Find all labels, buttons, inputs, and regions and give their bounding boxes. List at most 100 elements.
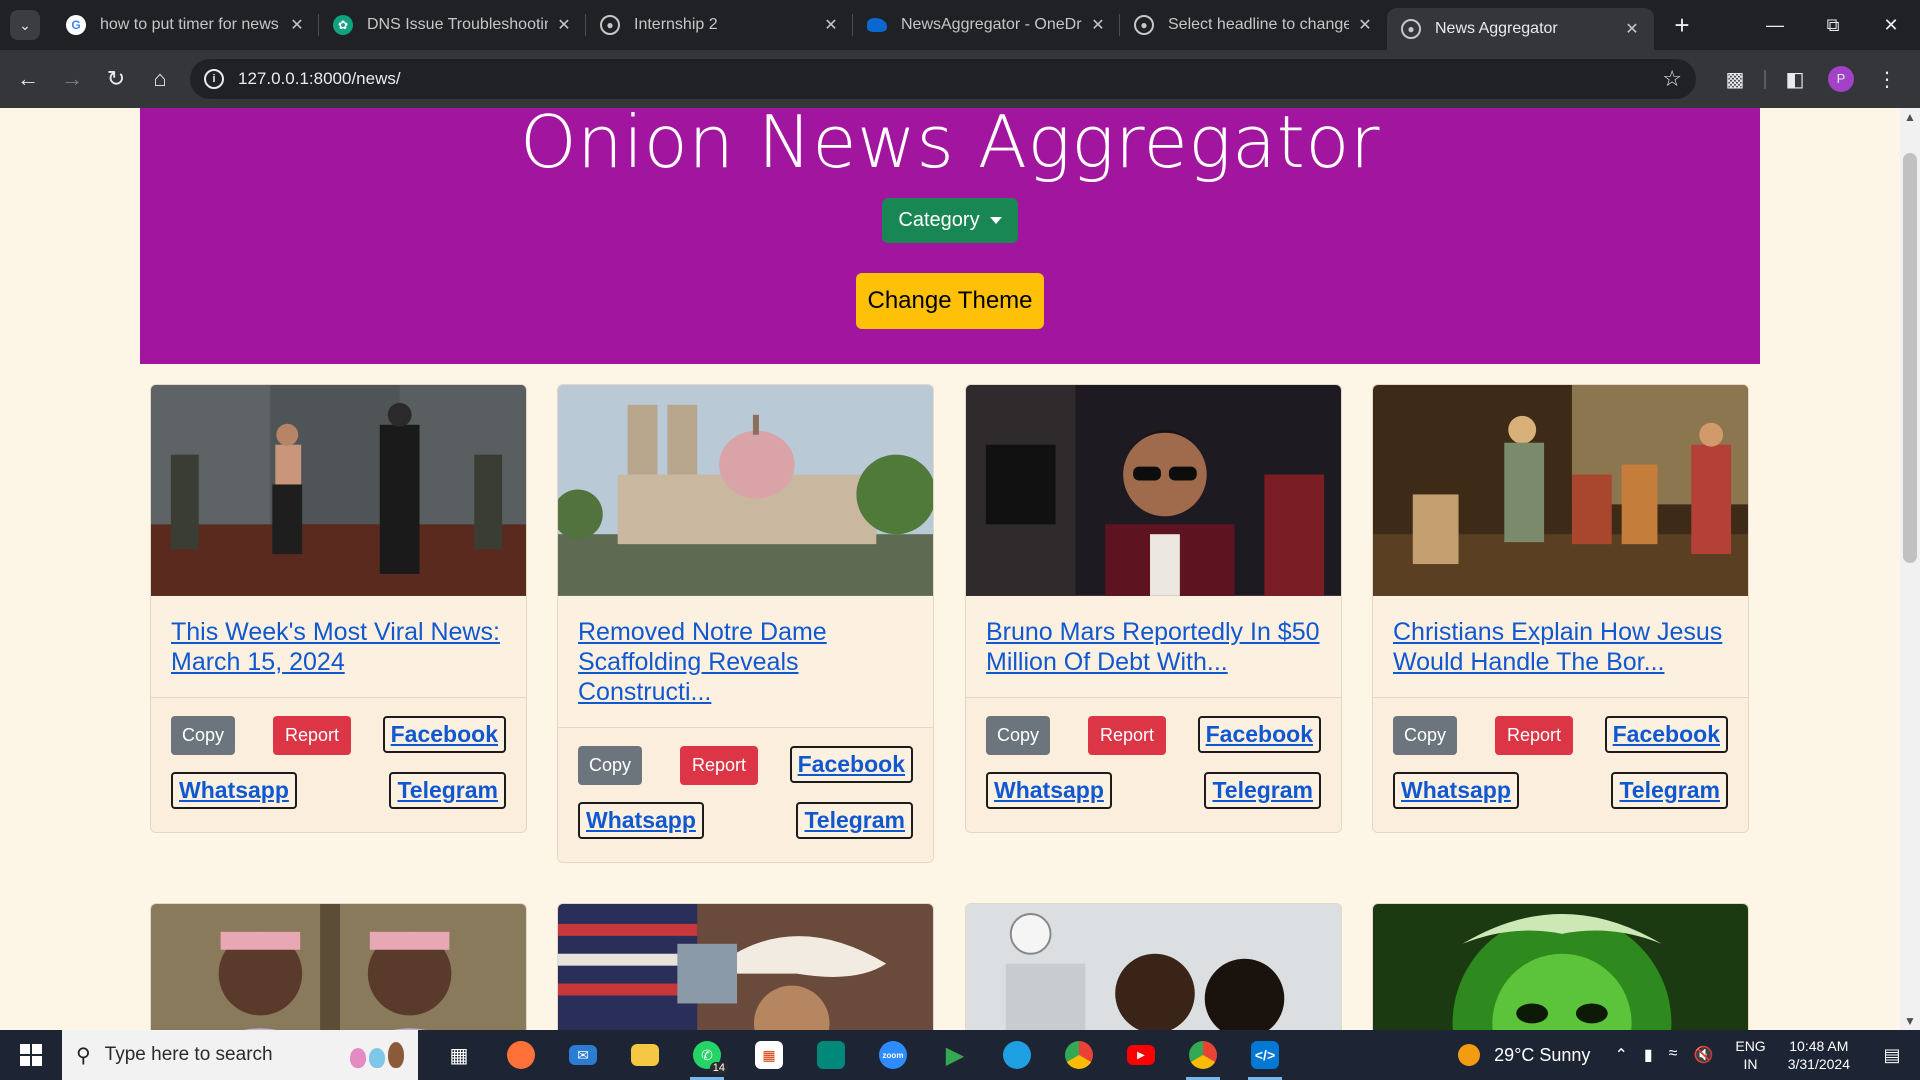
back-arrow-icon[interactable]: ← (6, 66, 50, 92)
minimize-icon[interactable]: — (1746, 15, 1804, 36)
more-menu-icon[interactable]: ⋮ (1864, 67, 1910, 92)
scrollbar-thumb[interactable] (1903, 153, 1917, 563)
home-icon[interactable]: ⌂ (138, 66, 182, 92)
zoom-icon[interactable]: zoom (862, 1030, 924, 1080)
window-controls: — ⧉ ✕ (1746, 15, 1920, 36)
chrome-icon[interactable] (1048, 1030, 1110, 1080)
tab-5-active[interactable]: ● News Aggregator ✕ (1387, 8, 1654, 50)
volume-muted-icon[interactable]: 🔇 (1693, 1045, 1713, 1065)
forward-arrow-icon[interactable]: → (50, 66, 94, 92)
edge-icon[interactable] (986, 1030, 1048, 1080)
tab-1[interactable]: ✿ DNS Issue Troubleshooting ✕ (319, 0, 586, 50)
doctor-and-patient-photo[interactable] (966, 904, 1341, 1030)
side-panel-icon[interactable]: ◧ (1772, 67, 1818, 92)
tab-3[interactable]: NewsAggregator - OneDrive ✕ (853, 0, 1120, 50)
report-button[interactable]: Report (273, 716, 352, 755)
time: 10:48 AM (1789, 1038, 1849, 1054)
site-info-icon[interactable]: i (204, 69, 224, 89)
caret-down-icon (989, 217, 1002, 225)
tab-search-button[interactable]: ⌄ (10, 10, 40, 40)
close-tab-icon[interactable]: ✕ (821, 15, 841, 35)
scroll-down-arrow-icon[interactable]: ▼ (1904, 1014, 1916, 1028)
firefox-icon[interactable] (490, 1030, 552, 1080)
weather-widget[interactable]: 29°C Sunny (1458, 1044, 1590, 1066)
windows-taskbar: ⚲ Type here to search ▦ ✉ ✆ 14 ▦ zoom ▶ ▶… (0, 1030, 1920, 1080)
report-button[interactable]: Report (1088, 716, 1167, 755)
task-view-icon[interactable]: ▦ (428, 1030, 490, 1080)
wifi-icon[interactable]: ≈ (1669, 1045, 1678, 1065)
scroll-up-arrow-icon[interactable]: ▲ (1904, 110, 1916, 124)
language-indicator[interactable]: ENG IN (1735, 1037, 1765, 1073)
green-ghoul-face-photo[interactable] (1373, 904, 1748, 1030)
weather-text: 29°C Sunny (1494, 1044, 1591, 1065)
category-dropdown-button[interactable]: Category (882, 198, 1018, 243)
religious-painting-photo[interactable] (1373, 385, 1748, 597)
bookmark-star-icon[interactable]: ☆ (1662, 66, 1682, 92)
microsoft-store-icon[interactable]: ▦ (738, 1030, 800, 1080)
headline-link[interactable]: Christians Explain How Jesus Would Handl… (1393, 617, 1728, 677)
taskbar-search-box[interactable]: ⚲ Type here to search (62, 1030, 418, 1080)
copy-button[interactable]: Copy (171, 716, 236, 755)
file-explorer-icon[interactable] (614, 1030, 676, 1080)
copy-button[interactable]: Copy (578, 746, 643, 785)
tab-4[interactable]: ● Select headline to change | Django ✕ (1120, 0, 1387, 50)
telegram-share-link[interactable]: Telegram (1611, 772, 1728, 809)
chevron-up-icon[interactable]: ⌃ (1614, 1045, 1627, 1065)
men-in-grey-room-photo[interactable] (151, 385, 526, 597)
facebook-share-link[interactable]: Facebook (1197, 716, 1321, 753)
whatsapp-share-link[interactable]: Whatsapp (578, 802, 704, 839)
close-window-icon[interactable]: ✕ (1862, 15, 1920, 36)
profile-avatar[interactable]: P (1828, 66, 1854, 92)
globe-icon: ● (1401, 19, 1421, 39)
start-button[interactable] (0, 1030, 62, 1080)
new-tab-icon[interactable]: + (1662, 10, 1702, 41)
whatsapp-icon[interactable]: ✆ 14 (676, 1030, 738, 1080)
copy-button[interactable]: Copy (986, 716, 1051, 755)
cathedral-with-mosque-dome-photo[interactable] (558, 385, 933, 597)
search-placeholder: Type here to search (104, 1044, 273, 1065)
google-play-icon[interactable]: ▶ (924, 1030, 986, 1080)
telegram-share-link[interactable]: Telegram (1204, 772, 1321, 809)
headline-link[interactable]: Bruno Mars Reportedly In $50 Million Of … (986, 617, 1321, 677)
page-scrollbar[interactable]: ▲ ▼ (1900, 108, 1920, 1030)
telegram-share-link[interactable]: Telegram (389, 772, 506, 809)
whatsapp-share-link[interactable]: Whatsapp (1393, 772, 1519, 809)
telegram-share-link[interactable]: Telegram (796, 802, 913, 839)
reload-icon[interactable]: ↻ (94, 66, 138, 92)
close-tab-icon[interactable]: ✕ (554, 15, 574, 35)
headline-link[interactable]: This Week's Most Viral News: March 15, 2… (171, 617, 506, 677)
url-text[interactable]: 127.0.0.1:8000/news/ (238, 69, 401, 89)
tab-2[interactable]: ● Internship 2 ✕ (586, 0, 853, 50)
battery-icon[interactable]: ▮ (1644, 1045, 1653, 1065)
close-tab-icon[interactable]: ✕ (1088, 15, 1108, 35)
clock[interactable]: 10:48 AM 3/31/2024 (1788, 1037, 1850, 1073)
news-card: Bruno Mars Reportedly In $50 Million Of … (965, 384, 1342, 833)
vscode-icon[interactable]: </> (1234, 1030, 1296, 1080)
whatsapp-share-link[interactable]: Whatsapp (986, 772, 1112, 809)
facebook-share-link[interactable]: Facebook (789, 746, 913, 783)
close-tab-icon[interactable]: ✕ (287, 15, 307, 35)
onedrive-icon (867, 18, 887, 32)
restore-icon[interactable]: ⧉ (1804, 15, 1862, 36)
singer-with-sunglasses-photo[interactable] (966, 385, 1341, 597)
report-button[interactable]: Report (1495, 716, 1574, 755)
chrome-profile-icon[interactable] (1172, 1030, 1234, 1080)
extensions-puzzle-icon[interactable]: ▩ (1712, 67, 1758, 92)
copy-button[interactable]: Copy (1393, 716, 1458, 755)
mail-icon[interactable]: ✉ (552, 1030, 614, 1080)
url-bar[interactable]: i 127.0.0.1:8000/news/ ☆ (190, 59, 1696, 99)
report-button[interactable]: Report (680, 746, 759, 785)
close-tab-icon[interactable]: ✕ (1355, 15, 1375, 35)
whatsapp-share-link[interactable]: Whatsapp (171, 772, 297, 809)
facebook-share-link[interactable]: Facebook (1604, 716, 1728, 753)
woman-cowboy-hat-flag-photo[interactable] (558, 904, 933, 1030)
change-theme-button[interactable]: Change Theme (856, 273, 1044, 329)
facebook-share-link[interactable]: Facebook (382, 716, 506, 753)
headline-link[interactable]: Removed Notre Dame Scaffolding Reveals C… (578, 617, 913, 707)
youtube-icon[interactable]: ▶ (1110, 1030, 1172, 1080)
google-meet-icon[interactable] (800, 1030, 862, 1080)
tab-0[interactable]: G how to put timer for news ✕ (52, 0, 319, 50)
two-women-sitcom-photo[interactable] (151, 904, 526, 1030)
close-tab-icon[interactable]: ✕ (1622, 19, 1642, 39)
notification-icon[interactable]: ▤ (1872, 1045, 1912, 1066)
